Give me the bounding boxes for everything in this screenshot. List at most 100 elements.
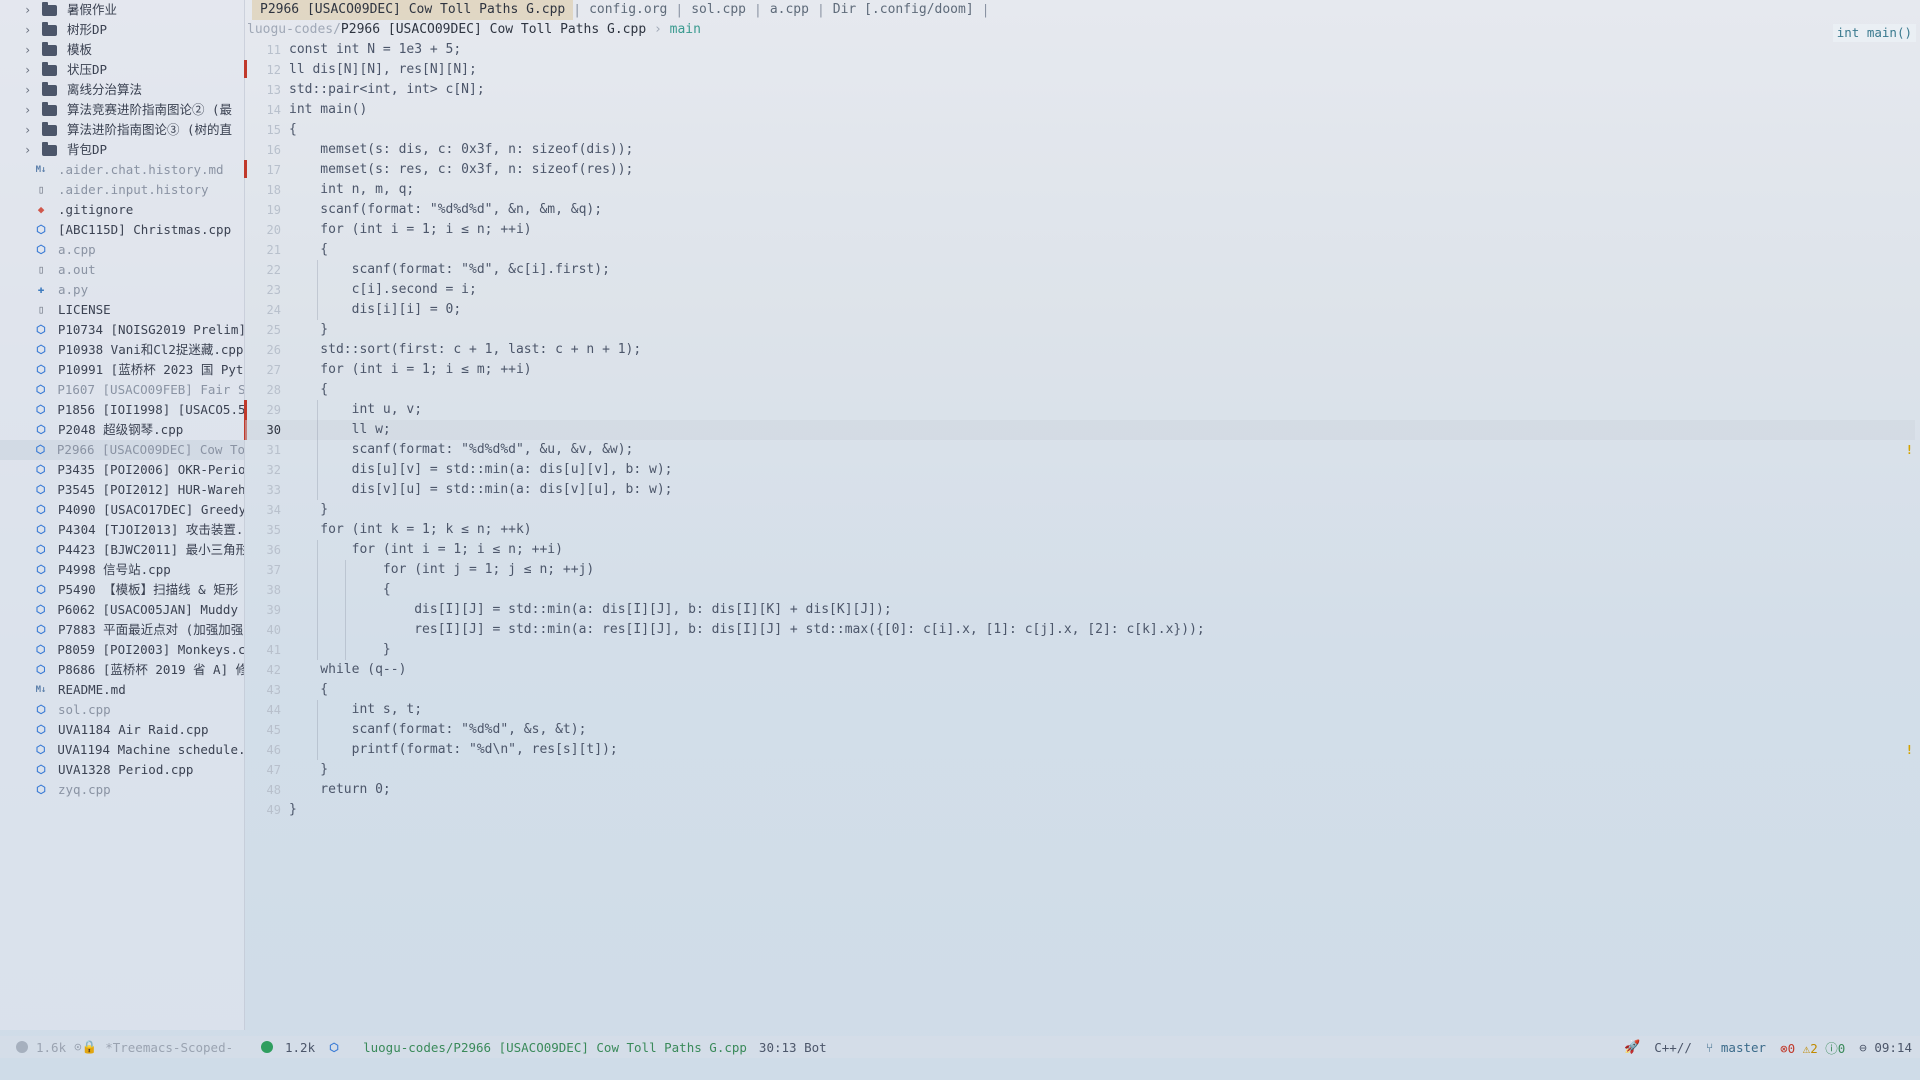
code-line[interactable]: 19 scanf(format: "%d%d%d", &n, &m, &q);	[245, 200, 1915, 220]
sidebar-folder[interactable]: › 状压DP	[0, 60, 244, 80]
code-line[interactable]: 32 dis[u][v] = std::min(a: dis[u][v], b:…	[245, 460, 1915, 480]
sidebar-file[interactable]: ◆ .gitignore	[0, 200, 244, 220]
code-line[interactable]: 46 printf(format: "%d\n", res[s][t]);!	[245, 740, 1915, 760]
sidebar-file[interactable]: ⬡ P7883 平面最近点对 (加强加强	[0, 620, 244, 640]
code-line[interactable]: 44 int s, t;	[245, 700, 1915, 720]
lsp-rocket-icon[interactable]: 🚀	[1624, 1040, 1640, 1055]
code-line[interactable]: 24 dis[i][i] = 0;	[245, 300, 1915, 320]
code-line[interactable]: 21 {	[245, 240, 1915, 260]
code-line[interactable]: 25 }	[245, 320, 1915, 340]
tab[interactable]: P2966 [USACO09DEC] Cow Toll Paths G.cpp	[252, 0, 574, 20]
sidebar-file[interactable]: ⬡ [ABC115D] Christmas.cpp	[0, 220, 244, 240]
code-line[interactable]: 18 int n, m, q;	[245, 180, 1915, 200]
code-line[interactable]: 49}	[245, 800, 1915, 820]
sidebar-folder[interactable]: › 背包DP	[0, 140, 244, 160]
code-line[interactable]: 17 memset(s: res, c: 0x3f, n: sizeof(res…	[245, 160, 1915, 180]
code-line[interactable]: 27 for (int i = 1; i ≤ m; ++i)	[245, 360, 1915, 380]
sidebar-file[interactable]: ⬡ a.cpp	[0, 240, 244, 260]
code-line[interactable]: 47 }	[245, 760, 1915, 780]
file-label: P10734 [NOISG2019 Prelim]	[57, 322, 244, 337]
code-editor[interactable]: 11 const int N = 1e3 + 5; 12 ll dis[N][N], …	[245, 40, 1915, 820]
code-line[interactable]: 20 for (int i = 1; i ≤ n; ++i)	[245, 220, 1915, 240]
sidebar-file[interactable]: ▯ LICENSE	[0, 300, 244, 320]
tab[interactable]: config.org	[581, 0, 675, 20]
sidebar-file[interactable]: ⬡ P10938 Vani和Cl2捉迷藏.cpp	[0, 340, 244, 360]
tab[interactable]: Dir [.config/doom]	[825, 0, 982, 20]
tab[interactable]: a.cpp	[762, 0, 817, 20]
sidebar-file[interactable]: ✚ a.py	[0, 280, 244, 300]
diagnostics[interactable]: ⊗0 ⚠2 ⓘ0	[1780, 1038, 1845, 1057]
code-line[interactable]: 48 return 0;	[245, 780, 1915, 800]
code-line[interactable]: 43 {	[245, 680, 1915, 700]
sidebar-folder[interactable]: › 模板	[0, 40, 244, 60]
line-number: 33	[266, 483, 281, 497]
sidebar-file[interactable]: ⬡ P2966 [USACO09DEC] Cow Toll	[0, 440, 244, 460]
sidebar-file[interactable]: ⬡ P4090 [USACO17DEC] Greedy	[0, 500, 244, 520]
code-line[interactable]: 31 scanf(format: "%d%d%d", &u, &v, &w);!	[245, 440, 1915, 460]
sidebar-file[interactable]: ⬡ P10991 [蓝桥杯 2023 国 Pyt	[0, 360, 244, 380]
sidebar-file[interactable]: ⬡ P8686 [蓝桥杯 2019 省 A] 修	[0, 660, 244, 680]
sidebar-file[interactable]: ⬡ UVA1194 Machine schedule.c	[0, 740, 244, 760]
sidebar-file[interactable]: ⬡ zyq.cpp	[0, 780, 244, 800]
sidebar-file[interactable]: ⬡ P10734 [NOISG2019 Prelim]	[0, 320, 244, 340]
buffer-path[interactable]: luogu-codes/P2966 [USACO09DEC] Cow Toll …	[363, 1040, 747, 1055]
file-label: P4090 [USACO17DEC] Greedy	[57, 502, 244, 517]
sidebar-file[interactable]: ⬡ P5490 【模板】扫描线 & 矩形	[0, 580, 244, 600]
code-line[interactable]: 36 for (int i = 1; i ≤ n; ++i)	[245, 540, 1915, 560]
sidebar-file[interactable]: ⬡ P4423 [BJWC2011] 最小三角形	[0, 540, 244, 560]
sidebar-file[interactable]: ⬡ P3545 [POI2012] HUR-Wareho	[0, 480, 244, 500]
sidebar-file[interactable]: ⬡ sol.cpp	[0, 700, 244, 720]
code-line[interactable]: 23 c[i].second = i;	[245, 280, 1915, 300]
sidebar-file[interactable]: ⬡ P1607 [USACO09FEB] Fair Sh	[0, 380, 244, 400]
code-line[interactable]: 29 int u, v;	[245, 400, 1915, 420]
line-number: 18	[266, 183, 281, 197]
sidebar-file[interactable]: M↓ README.md	[0, 680, 244, 700]
sidebar-folder[interactable]: › 算法竞赛进阶指南图论② (最	[0, 100, 244, 120]
major-mode[interactable]: C++//	[1654, 1040, 1692, 1055]
sidebar-file[interactable]: ⬡ P4304 [TJOI2013] 攻击装置.	[0, 520, 244, 540]
sidebar-file[interactable]: ⬡ P4998 信号站.cpp	[0, 560, 244, 580]
sidebar-file[interactable]: ▯ a.out	[0, 260, 244, 280]
code-line[interactable]: 37 for (int j = 1; j ≤ n; ++j)	[245, 560, 1915, 580]
code-line[interactable]: 26 std::sort(first: c + 1, last: c + n +…	[245, 340, 1915, 360]
sidebar-folder[interactable]: › 暑假作业	[0, 0, 244, 20]
code-line[interactable]: 35 for (int k = 1; k ≤ n; ++k)	[245, 520, 1915, 540]
code-line[interactable]: 38 {	[245, 580, 1915, 600]
code-line[interactable]: 13 std::pair<int, int> c[N];	[245, 80, 1915, 100]
code-line[interactable]: 39 dis[I][J] = std::min(a: dis[I][J], b:…	[245, 600, 1915, 620]
code-line[interactable]: 15 {	[245, 120, 1915, 140]
sidebar-file[interactable]: ▯ .aider.input.history	[0, 180, 244, 200]
folder-label: 树形DP	[67, 22, 108, 37]
treemacs-sidebar[interactable]: › 暑假作业 › 树形DP › 模板 › 状压DP › 离线分治算法 › 算法竞赛进阶指南图论② (最…	[0, 0, 245, 1030]
code-line[interactable]: 40 res[I][J] = std::min(a: res[I][J], b:…	[245, 620, 1915, 640]
sidebar-file[interactable]: ⬡ P8059 [POI2003] Monkeys.cp	[0, 640, 244, 660]
sidebar-file[interactable]: M↓ .aider.chat.history.md	[0, 160, 244, 180]
code-line[interactable]: 16 memset(s: dis, c: 0x3f, n: sizeof(dis…	[245, 140, 1915, 160]
sidebar-file[interactable]: ⬡ P6062 [USACO05JAN] Muddy F	[0, 600, 244, 620]
code-line[interactable]: 45 scanf(format: "%d%d", &s, &t);	[245, 720, 1915, 740]
code-line[interactable]: 34 }	[245, 500, 1915, 520]
sidebar-file[interactable]: ⬡ UVA1184 Air Raid.cpp	[0, 720, 244, 740]
code-line[interactable]: 14 int main()	[245, 100, 1915, 120]
sidebar-folder[interactable]: › 离线分治算法	[0, 80, 244, 100]
code-line[interactable]: 22 scanf(format: "%d", &c[i].first);	[245, 260, 1915, 280]
breadcrumb-separator: ›	[646, 22, 670, 37]
code-line[interactable]: 30 ll w;	[245, 420, 1915, 440]
code-line[interactable]: 41 }	[245, 640, 1915, 660]
code-line[interactable]: 11 const int N = 1e3 + 5;	[245, 40, 1915, 60]
code-line[interactable]: 42 while (q--)	[245, 660, 1915, 680]
tab[interactable]: sol.cpp	[683, 0, 754, 20]
git-branch[interactable]: ⑂ master	[1706, 1040, 1766, 1055]
sidebar-file[interactable]: ⬡ P3435 [POI2006] OKR-Period	[0, 460, 244, 480]
code-line[interactable]: 28 {	[245, 380, 1915, 400]
sidebar-file[interactable]: ⬡ P2048 超级钢琴.cpp	[0, 420, 244, 440]
sidebar-folder[interactable]: › 算法进阶指南图论③ (树的直	[0, 120, 244, 140]
code-line[interactable]: 33 dis[v][u] = std::min(a: dis[v][u], b:…	[245, 480, 1915, 500]
sidebar-file[interactable]: ⬡ P1856 [IOI1998] [USACO5.5]	[0, 400, 244, 420]
code-line[interactable]: 12 ll dis[N][N], res[N][N];	[245, 60, 1915, 80]
breadcrumb-dir[interactable]: luogu-codes/	[247, 22, 341, 37]
sidebar-folder[interactable]: › 树形DP	[0, 20, 244, 40]
sidebar-file[interactable]: ⬡ UVA1328 Period.cpp	[0, 760, 244, 780]
breadcrumb-file[interactable]: P2966 [USACO09DEC] Cow Toll Paths G.cpp	[341, 22, 646, 37]
breadcrumb-function[interactable]: main	[670, 22, 701, 37]
